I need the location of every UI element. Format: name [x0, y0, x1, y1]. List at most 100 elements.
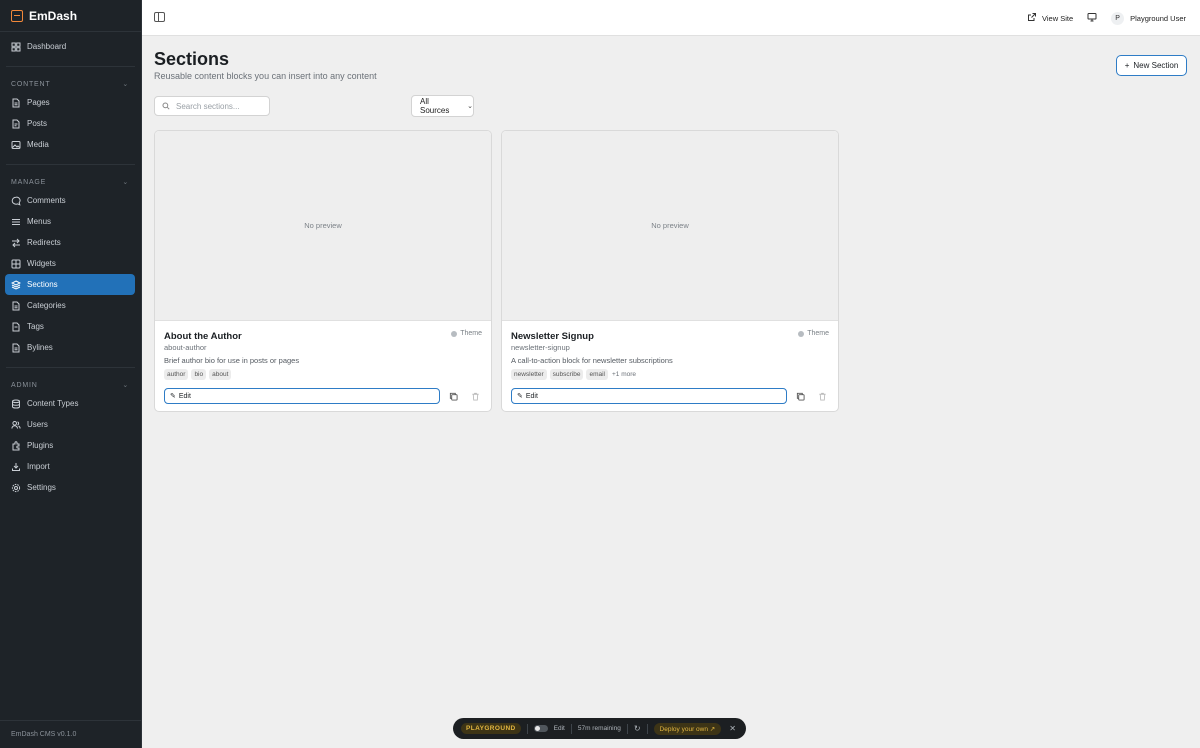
sidebar-item-label: Widgets: [27, 259, 56, 268]
page-title: Sections: [154, 49, 230, 69]
nav-group-admin[interactable]: ADMIN ⌄: [0, 377, 141, 393]
tag-icon: [11, 322, 21, 332]
divider: [646, 723, 648, 734]
search-icon: [162, 99, 170, 113]
section-preview: No preview: [155, 131, 491, 321]
edit-toggle[interactable]: [533, 725, 548, 732]
pencil-icon: ✎: [517, 393, 523, 400]
user-name: Playground User: [1130, 13, 1186, 23]
tag-list: newsletter subscribe email +1 more: [511, 369, 636, 380]
sidebar-item-plugins[interactable]: Plugins: [0, 435, 136, 456]
source-filter-select[interactable]: All Sources ⌄: [411, 95, 474, 117]
sidebar-item-label: Plugins: [27, 441, 54, 450]
sidebar-item-label: Comments: [27, 196, 66, 205]
sidebar-item-settings[interactable]: Settings: [0, 477, 136, 498]
chevron-down-icon: ⌄: [122, 179, 129, 186]
topbar-actions: View Site P Playground User: [1027, 0, 1186, 36]
sidebar-item-label: Users: [27, 420, 48, 429]
tag: subscribe: [549, 369, 584, 380]
nav-group-manage[interactable]: MANAGE ⌄: [0, 174, 141, 190]
dashboard-icon: [11, 42, 21, 52]
redirect-icon: [11, 238, 21, 248]
sidebar-item-categories[interactable]: Categories: [0, 295, 136, 316]
sidebar-item-pages[interactable]: Pages: [0, 92, 136, 113]
pencil-icon: ✎: [170, 393, 176, 400]
avatar: P: [1111, 11, 1125, 25]
brand[interactable]: EmDash: [0, 0, 141, 32]
divider: [6, 367, 135, 368]
sidebar-item-users[interactable]: Users: [0, 414, 136, 435]
sidebar-item-media[interactable]: Media: [0, 134, 136, 155]
duplicate-icon[interactable]: [447, 390, 459, 402]
edit-button[interactable]: ✎ Edit: [164, 388, 440, 404]
sidebar: EmDash Dashboard CONTENT ⌄ Pages Posts M…: [0, 0, 142, 748]
sections-grid: No preview About the Author Theme about-…: [154, 130, 839, 412]
sidebar-item-label: Settings: [27, 483, 56, 492]
search-box[interactable]: [154, 96, 270, 116]
chevron-down-icon: ⌄: [122, 382, 129, 389]
deploy-button[interactable]: Deploy your own ↗: [653, 722, 722, 735]
sidebar-item-label: Sections: [27, 280, 58, 289]
plus-icon: +: [1124, 61, 1130, 70]
sidebar-item-bylines[interactable]: Bylines: [0, 337, 136, 358]
external-link-icon: ↗: [709, 725, 716, 733]
monitor-icon[interactable]: [1087, 12, 1097, 24]
theme-dot-icon: [798, 330, 805, 337]
trash-icon[interactable]: [469, 390, 481, 402]
tag: about: [209, 369, 232, 380]
sidebar-item-label: Import: [27, 462, 50, 471]
close-icon[interactable]: ✕: [729, 724, 736, 733]
new-section-button[interactable]: + New Section: [1116, 55, 1187, 76]
external-link-icon: [1027, 12, 1037, 24]
view-site-link[interactable]: View Site: [1027, 12, 1073, 24]
sidebar-item-posts[interactable]: Posts: [0, 113, 136, 134]
post-icon: [11, 119, 21, 129]
sidebar-item-label: Media: [27, 140, 49, 149]
sidebar-item-label: Bylines: [27, 343, 53, 352]
sidebar-item-widgets[interactable]: Widgets: [0, 253, 136, 274]
section-title: About the Author: [164, 331, 242, 342]
sidebar-item-label: Menus: [27, 217, 52, 226]
sidebar-item-label: Dashboard: [27, 42, 67, 51]
sidebar-item-redirects[interactable]: Redirects: [0, 232, 136, 253]
image-icon: [11, 140, 21, 150]
tag-list: author bio about: [164, 369, 232, 380]
source-badge: Theme: [798, 330, 829, 337]
divider: [6, 66, 135, 67]
sidebar-item-tags[interactable]: Tags: [0, 316, 136, 337]
trash-icon[interactable]: [816, 390, 828, 402]
gear-icon: [11, 483, 21, 493]
user-menu[interactable]: P Playground User: [1111, 11, 1186, 25]
sidebar-item-comments[interactable]: Comments: [0, 190, 136, 211]
sidebar-item-content-types[interactable]: Content Types: [0, 393, 136, 414]
more-tags-label: +1 more: [612, 371, 637, 378]
search-input[interactable]: [176, 101, 266, 111]
sidebar-toggle-icon[interactable]: [154, 12, 165, 22]
duplicate-icon[interactable]: [794, 390, 806, 402]
sidebar-item-menus[interactable]: Menus: [0, 211, 136, 232]
main-content: Sections Reusable content blocks you can…: [142, 36, 1200, 748]
section-card[interactable]: No preview Newsletter Signup Theme newsl…: [501, 130, 839, 412]
theme-dot-icon: [451, 330, 458, 337]
divider: [526, 723, 528, 734]
sidebar-item-label: Tags: [27, 322, 44, 331]
sidebar-item-label: Content Types: [27, 399, 79, 408]
sidebar-item-label: Redirects: [27, 238, 61, 247]
version-label: EmDash CMS v0.1.0: [0, 720, 141, 748]
widget-icon: [11, 259, 21, 269]
edit-button[interactable]: ✎ Edit: [511, 388, 787, 404]
sidebar-item-dashboard[interactable]: Dashboard: [0, 36, 136, 57]
topbar: View Site P Playground User: [142, 0, 1200, 36]
category-icon: [11, 301, 21, 311]
section-card[interactable]: No preview About the Author Theme about-…: [154, 130, 492, 412]
refresh-icon[interactable]: ↻: [634, 724, 641, 733]
emdash-logo-icon: [11, 9, 23, 22]
sidebar-item-sections[interactable]: Sections: [5, 274, 135, 295]
section-description: Brief author bio for use in posts or pag…: [164, 356, 300, 365]
tag: email: [586, 369, 608, 380]
edit-toggle-label: Edit: [553, 725, 565, 732]
tag: author: [164, 369, 189, 380]
nav-group-content[interactable]: CONTENT ⌄: [0, 76, 141, 92]
plugin-icon: [11, 440, 21, 451]
sidebar-item-import[interactable]: Import: [0, 456, 136, 477]
